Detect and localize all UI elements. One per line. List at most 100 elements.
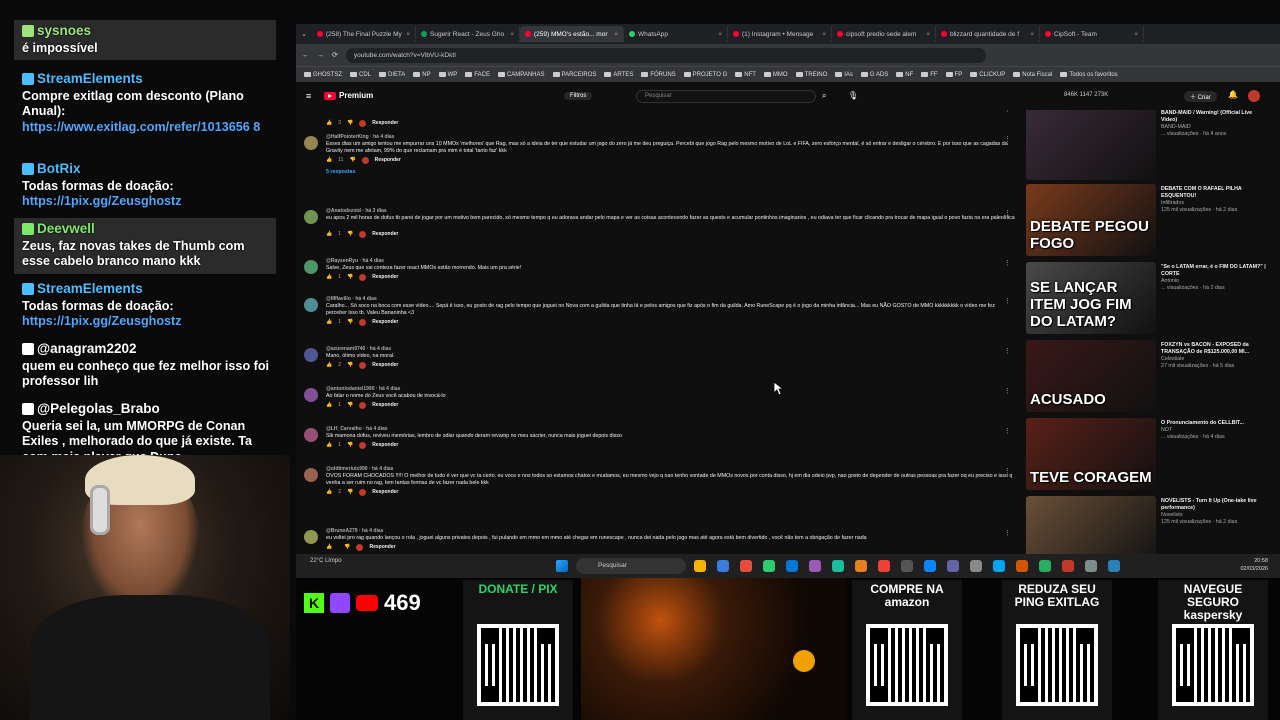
taskbar-app-icon[interactable] bbox=[1039, 560, 1051, 572]
avatar[interactable] bbox=[1248, 90, 1260, 102]
windows-start-icon[interactable] bbox=[556, 560, 568, 572]
more-options-icon[interactable]: ⋮ bbox=[1004, 428, 1011, 435]
comment-author[interactable]: @azurenam9740 · há 4 dias bbox=[326, 346, 391, 353]
clock[interactable]: 20:58 02/03/2026 bbox=[1240, 557, 1268, 573]
video-channel[interactable]: BAND-MAID bbox=[1161, 124, 1266, 131]
video-thumbnail[interactable]: DEBATE PEGOU FOGO bbox=[1026, 184, 1156, 256]
video-title[interactable]: NOVELISTS - Turn It Up (One-take live pe… bbox=[1161, 498, 1266, 512]
qr-code[interactable] bbox=[866, 624, 948, 706]
chat-link[interactable]: https://1pix.gg/Zeusghostz bbox=[22, 314, 270, 330]
tab-close-icon[interactable]: × bbox=[1030, 31, 1034, 38]
bookmark-item[interactable]: Todos os favoritos bbox=[1060, 72, 1118, 78]
video-title[interactable]: "Se o LATAM errar, é o FIM DO LATAM?" | … bbox=[1161, 264, 1266, 278]
tab-close-icon[interactable]: × bbox=[406, 31, 410, 38]
taskbar-app-icon[interactable] bbox=[993, 560, 1005, 572]
recommended-video[interactable]: DEBATE PEGOU FOGO DEBATE COM O RAFAEL PIL… bbox=[1026, 184, 1271, 260]
bookmark-item[interactable]: MMO bbox=[763, 72, 788, 78]
comment-author[interactable]: @Mflavilio · há 4 dias bbox=[326, 296, 377, 303]
video-title[interactable]: DEBATE COM O RAFAEL PILHA ESQUENTOU! bbox=[1161, 186, 1266, 200]
like-icon[interactable]: 👍 bbox=[326, 489, 332, 496]
dislike-icon[interactable]: 👎 bbox=[347, 120, 353, 127]
back-icon[interactable]: ← bbox=[302, 52, 309, 59]
more-options-icon[interactable]: ⋮ bbox=[1004, 110, 1011, 113]
dislike-icon[interactable]: 👎 bbox=[347, 402, 353, 409]
browser-tab[interactable]: cipsoft predio sede alem × bbox=[832, 26, 936, 42]
comment-avatar[interactable] bbox=[304, 388, 318, 402]
menu-icon[interactable]: ≡ bbox=[306, 91, 311, 101]
tab-close-icon[interactable]: × bbox=[718, 31, 722, 38]
comment-avatar[interactable] bbox=[304, 468, 318, 482]
reply-button[interactable]: Responder bbox=[372, 231, 398, 238]
url-field[interactable]: youtube.com/watch?v=VlbVU-kDktI bbox=[345, 47, 986, 63]
video-channel[interactable]: Novelists bbox=[1161, 512, 1266, 519]
video-channel[interactable]: Antonio bbox=[1161, 278, 1266, 285]
bookmark-item[interactable]: TREINO bbox=[795, 72, 827, 78]
browser-tab[interactable]: (258) The Final Puzzle My × bbox=[312, 26, 416, 42]
reply-button[interactable]: Responder bbox=[369, 544, 395, 551]
video-channel[interactable]: Celestiale bbox=[1161, 356, 1266, 363]
video-thumbnail[interactable] bbox=[1026, 110, 1156, 180]
dislike-icon[interactable]: 👎 bbox=[347, 489, 353, 496]
qr-code[interactable] bbox=[477, 624, 559, 706]
create-button[interactable]: ＋ Criar bbox=[1184, 91, 1217, 102]
taskbar-app-icon[interactable] bbox=[832, 560, 844, 572]
video-thumbnail[interactable]: SE LANÇAR ITEM JOG FIM DO LATAM? bbox=[1026, 262, 1156, 334]
bell-icon[interactable]: 🔔 bbox=[1228, 90, 1238, 99]
comment-author[interactable]: @Anatodezoid · há 3 dias bbox=[326, 208, 387, 215]
bookmark-item[interactable]: FF bbox=[921, 72, 938, 78]
video-thumbnail[interactable]: TEVE CORAGEM bbox=[1026, 418, 1156, 490]
taskbar-app-icon[interactable] bbox=[855, 560, 867, 572]
taskbar-app-icon[interactable] bbox=[763, 560, 775, 572]
more-options-icon[interactable]: ⋮ bbox=[1004, 136, 1011, 143]
recommended-video[interactable]: SE LANÇAR ITEM JOG FIM DO LATAM? "Se o LA… bbox=[1026, 262, 1271, 338]
like-icon[interactable]: 👍 bbox=[326, 231, 332, 238]
comment-author[interactable]: @antoniodaniel1990 · há 4 dias bbox=[326, 386, 400, 393]
comment-avatar[interactable] bbox=[304, 530, 318, 544]
forward-icon[interactable]: → bbox=[317, 52, 324, 59]
dislike-icon[interactable]: 👎 bbox=[347, 442, 353, 449]
comment-avatar[interactable] bbox=[304, 210, 318, 224]
more-options-icon[interactable]: ⋮ bbox=[1004, 530, 1011, 537]
taskbar-app-icon[interactable] bbox=[947, 560, 959, 572]
mic-icon[interactable]: 🎙 bbox=[848, 91, 858, 100]
tab-close-icon[interactable]: × bbox=[822, 31, 826, 38]
bookmark-item[interactable]: ARTES bbox=[604, 72, 633, 78]
taskbar-app-icon[interactable] bbox=[970, 560, 982, 572]
bookmark-item[interactable]: NFT bbox=[735, 72, 756, 78]
taskbar-app-icon[interactable] bbox=[924, 560, 936, 572]
bookmark-item[interactable]: PROJETO G bbox=[683, 72, 727, 78]
recommended-video[interactable]: TEVE CORAGEM O Pronunciamento do CELLBIT.… bbox=[1026, 418, 1271, 494]
taskbar-folder-icon[interactable] bbox=[694, 560, 706, 572]
comment-author[interactable]: @oldtimeriuis990 · há 4 dias bbox=[326, 466, 393, 473]
like-icon[interactable]: 👍 bbox=[326, 319, 332, 326]
like-icon[interactable]: 👍 bbox=[326, 157, 332, 164]
browser-tab[interactable]: CipSoft - Team × bbox=[1040, 26, 1144, 42]
bookmark-item[interactable]: FP bbox=[945, 72, 962, 78]
tab-close-icon[interactable]: × bbox=[1134, 31, 1138, 38]
recommended-video[interactable]: BAND-MAID / Warning! (Official Live Vide… bbox=[1026, 110, 1271, 184]
tab-close-icon[interactable]: × bbox=[510, 31, 514, 38]
taskbar-obs-icon[interactable] bbox=[809, 560, 821, 572]
bookmark-item[interactable]: FACE bbox=[465, 72, 490, 78]
tab-close-icon[interactable]: × bbox=[926, 31, 930, 38]
reply-button[interactable]: Responder bbox=[372, 274, 398, 281]
reply-button[interactable]: Responder bbox=[372, 362, 398, 369]
dislike-icon[interactable]: 👎 bbox=[347, 274, 353, 281]
video-title[interactable]: BAND-MAID / Warning! (Official Live Vide… bbox=[1161, 110, 1266, 124]
comment-author[interactable]: @RaysenRyu · há 4 dias bbox=[326, 258, 384, 265]
recommended-video[interactable]: NOVELISTS - Turn It Up (One-take live pe… bbox=[1026, 496, 1271, 554]
more-options-icon[interactable]: ⋮ bbox=[1004, 298, 1011, 305]
qr-code[interactable] bbox=[1172, 624, 1254, 706]
chat-link[interactable]: https://1pix.gg/Zeusghostz bbox=[22, 194, 270, 210]
search-icon[interactable]: ⌕ bbox=[822, 91, 826, 101]
reload-icon[interactable]: ⟳ bbox=[332, 51, 338, 59]
comment-avatar[interactable] bbox=[304, 428, 318, 442]
bookmark-item[interactable]: DIETA bbox=[379, 72, 405, 78]
reply-button[interactable]: Responder bbox=[372, 489, 398, 496]
comment-avatar[interactable] bbox=[304, 298, 318, 312]
reply-button[interactable]: Responder bbox=[372, 319, 398, 326]
more-options-icon[interactable]: ⋮ bbox=[1004, 388, 1011, 395]
dislike-icon[interactable]: 👎 bbox=[349, 157, 355, 164]
taskbar-search[interactable]: Pesquisar bbox=[576, 558, 686, 574]
tab-close-icon[interactable]: × bbox=[614, 31, 618, 38]
